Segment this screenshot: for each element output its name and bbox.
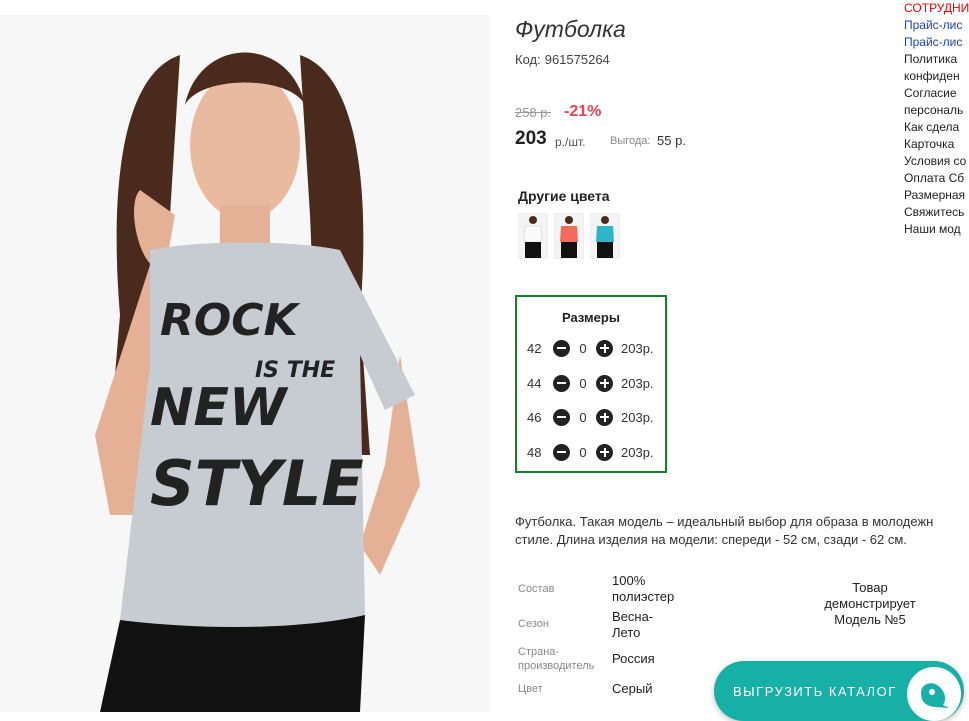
side-link[interactable]: Условия со: [904, 153, 969, 170]
side-link[interactable]: Свяжитесь: [904, 204, 969, 221]
spec-label-color: Цвет: [518, 683, 543, 695]
side-link[interactable]: конфиден: [904, 68, 969, 85]
color-swatch-coral[interactable]: [554, 213, 584, 259]
model-note-line: Товар: [852, 580, 888, 595]
product-title: Футболка: [515, 16, 626, 42]
print-line-3: NEW: [150, 378, 289, 438]
model-note: Товар демонстрирует Модель №5: [800, 580, 940, 628]
size-label: 46: [527, 409, 542, 425]
sizes-title: Размеры: [562, 310, 620, 325]
spec-value-composition: 100% полиэстер: [612, 573, 674, 605]
current-price: 203: [515, 128, 547, 149]
print-line-4: STYLE: [150, 447, 364, 520]
side-link[interactable]: Политика: [904, 51, 969, 68]
side-link[interactable]: Прайс-лис: [904, 34, 969, 51]
size-price: 203р.: [621, 409, 654, 425]
old-price: 258 р.: [515, 105, 552, 120]
size-label: 42: [527, 340, 542, 356]
plus-icon[interactable]: [596, 443, 613, 461]
side-link[interactable]: Как сдела: [904, 119, 969, 136]
minus-icon[interactable]: [553, 443, 570, 461]
discount-badge: -21%: [564, 103, 602, 120]
description-line: Футболка. Такая модель – идеальный выбор…: [515, 514, 934, 529]
spec-label-season: Сезон: [518, 618, 549, 630]
side-link[interactable]: СОТРУДНИ: [904, 0, 969, 17]
spec-value-line: Весна-: [612, 609, 654, 624]
product-code-label: Код:: [515, 52, 541, 67]
side-link[interactable]: Оплата Сб: [904, 170, 969, 187]
size-quantity[interactable]: 0: [570, 445, 596, 460]
side-link[interactable]: персональ: [904, 102, 969, 119]
spec-value-country: Россия: [612, 651, 655, 666]
size-row: 48 0 203р.: [527, 443, 654, 461]
product-photo[interactable]: ROCK IS THE NEW STYLE: [0, 15, 490, 712]
other-colors-title: Другие цвета: [518, 188, 610, 204]
side-link[interactable]: Согласие: [904, 85, 969, 102]
export-catalog-button[interactable]: ВЫГРУЗИТЬ КАТАЛОГ: [714, 661, 964, 721]
size-quantity[interactable]: 0: [570, 376, 596, 391]
side-link[interactable]: Прайс-лис: [904, 17, 969, 34]
size-quantity[interactable]: 0: [570, 341, 596, 356]
side-link[interactable]: Наши мод: [904, 221, 969, 238]
product-code: Код: 961575264: [515, 52, 610, 67]
size-row: 46 0 203р.: [527, 408, 654, 426]
spec-label-composition: Состав: [518, 583, 555, 595]
savings-value: 55 р.: [657, 133, 686, 148]
side-link[interactable]: Размерная: [904, 187, 969, 204]
product-code-value: 961575264: [544, 52, 610, 67]
product-description: Футболка. Такая модель – идеальный выбор…: [515, 513, 969, 549]
plus-icon[interactable]: [596, 408, 613, 426]
plus-icon[interactable]: [596, 374, 613, 392]
size-row: 44 0 203р.: [527, 374, 654, 392]
sizes-panel: Размеры 42 0 203р. 44 0 203р. 46 0 203р.…: [515, 295, 667, 473]
spec-label-country: Страна- производитель: [518, 645, 594, 673]
size-label: 44: [527, 375, 542, 391]
size-label: 48: [527, 444, 542, 460]
size-quantity[interactable]: 0: [570, 410, 596, 425]
color-swatch-turquoise[interactable]: [590, 213, 620, 259]
model-note-line: демонстрирует: [824, 596, 916, 611]
spec-label-line: Страна-: [518, 646, 560, 658]
spec-value-line: 100%: [612, 573, 646, 588]
size-price: 203р.: [621, 444, 654, 460]
minus-icon[interactable]: [553, 374, 570, 392]
model-note-line: Модель №5: [834, 612, 906, 627]
spec-value-line: полиэстер: [612, 589, 675, 604]
minus-icon[interactable]: [553, 408, 570, 426]
spec-label-line: производитель: [518, 660, 595, 672]
color-swatch-white[interactable]: [518, 213, 548, 259]
print-line-1: ROCK: [160, 295, 301, 346]
spec-value-line: Лето: [612, 625, 641, 640]
spec-value-season: Весна- Лето: [612, 609, 653, 641]
savings-label: Выгода:: [610, 135, 651, 147]
size-price: 203р.: [621, 375, 654, 391]
plus-icon[interactable]: [596, 339, 613, 357]
description-line: стиле. Длина изделия на модели: спереди …: [515, 532, 907, 547]
chat-bubble-icon[interactable]: [907, 667, 961, 721]
price-unit: р./шт.: [555, 135, 586, 149]
side-link[interactable]: Карточка: [904, 136, 969, 153]
size-price: 203р.: [621, 340, 654, 356]
spec-value-color: Серый: [612, 681, 653, 696]
side-links: СОТРУДНИ Прайс-лис Прайс-лис Политика ко…: [904, 0, 969, 238]
export-catalog-label: ВЫГРУЗИТЬ КАТАЛОГ: [733, 684, 897, 699]
size-row: 42 0 203р.: [527, 339, 654, 357]
minus-icon[interactable]: [553, 339, 570, 357]
color-swatches: [518, 213, 620, 259]
